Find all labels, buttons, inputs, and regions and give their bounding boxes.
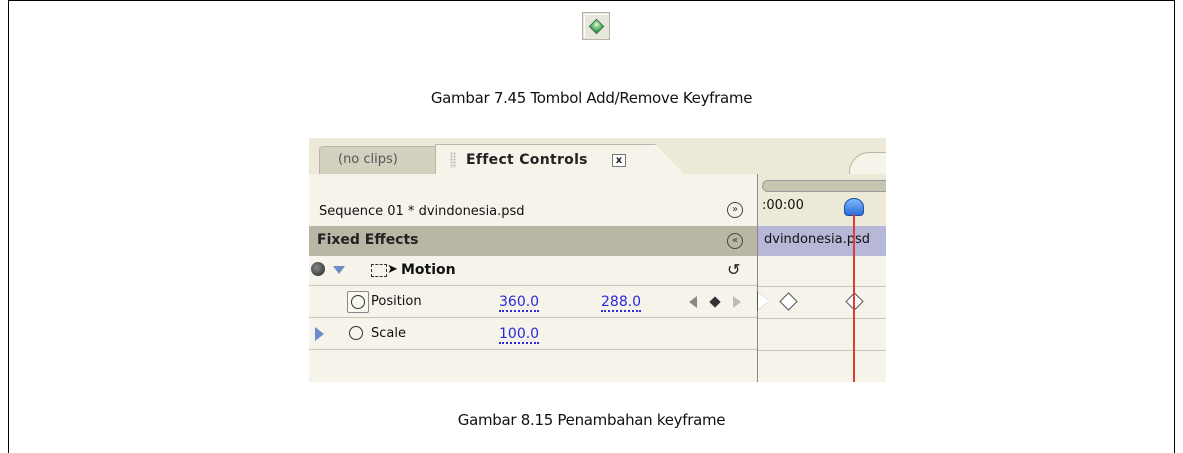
keyframe-marker[interactable] bbox=[758, 292, 769, 310]
tab-effect-controls[interactable]: Effect Controls x bbox=[435, 144, 685, 175]
tab-bar: (no clips) Effect Controls x bbox=[309, 138, 886, 175]
scale-label: Scale bbox=[371, 326, 406, 341]
expand-triangle-icon[interactable] bbox=[333, 266, 345, 274]
stopwatch-icon[interactable] bbox=[349, 326, 363, 340]
timeline-header: :00:00 bbox=[758, 174, 886, 226]
position-label: Position bbox=[371, 294, 422, 309]
effect-controls-panel: (no clips) Effect Controls x Sequence 01… bbox=[309, 138, 886, 382]
expand-triangle-icon[interactable] bbox=[315, 327, 324, 341]
stopwatch-icon bbox=[351, 295, 365, 309]
timeline-row-divider bbox=[758, 350, 886, 351]
tab-effect-controls-label: Effect Controls bbox=[466, 152, 588, 168]
sequence-label: Sequence 01 * dvindonesia.psd bbox=[319, 204, 525, 219]
effects-list: Sequence 01 * dvindonesia.psd » Fixed Ef… bbox=[309, 174, 757, 382]
stopwatch-toggle[interactable] bbox=[347, 291, 369, 313]
close-icon[interactable]: x bbox=[612, 154, 626, 167]
motion-row: ➤ Motion ↺ bbox=[309, 256, 757, 286]
keyframe-diamond-icon bbox=[588, 18, 605, 35]
timeline-zoom-scrollbar[interactable] bbox=[762, 180, 886, 192]
position-y-value[interactable]: 288.0 bbox=[601, 294, 642, 312]
fx-toggle-icon[interactable] bbox=[311, 262, 325, 276]
clip-bar[interactable]: dvindonesia.psd bbox=[758, 226, 886, 256]
cursor-arrow-icon: ➤ bbox=[387, 262, 398, 277]
show-hide-timeline-icon[interactable]: » bbox=[727, 202, 743, 218]
caption-top: Gambar 7.45 Tombol Add/Remove Keyframe bbox=[430, 89, 753, 107]
scale-row: Scale 100.0 bbox=[309, 318, 757, 350]
next-keyframe-icon[interactable] bbox=[733, 296, 741, 308]
playhead-line bbox=[853, 214, 855, 382]
collapse-icon[interactable]: « bbox=[727, 233, 743, 249]
fixed-effects-header: Fixed Effects « bbox=[309, 226, 757, 256]
timeline-view: :00:00 dvindonesia.psd bbox=[757, 174, 886, 382]
add-keyframe-icon[interactable] bbox=[709, 296, 721, 308]
scale-value[interactable]: 100.0 bbox=[499, 326, 540, 344]
motion-label: Motion bbox=[401, 262, 456, 278]
previous-keyframe-icon[interactable] bbox=[689, 296, 697, 308]
fixed-effects-label: Fixed Effects bbox=[317, 232, 419, 248]
tab-no-clips[interactable]: (no clips) bbox=[319, 146, 441, 174]
add-remove-keyframe-button[interactable] bbox=[582, 12, 610, 40]
sequence-row: Sequence 01 * dvindonesia.psd » bbox=[309, 194, 757, 226]
timecode: :00:00 bbox=[762, 198, 804, 213]
panel-corner bbox=[849, 152, 886, 174]
timeline-row-divider bbox=[758, 318, 886, 319]
position-x-value[interactable]: 360.0 bbox=[499, 294, 540, 312]
reset-icon[interactable]: ↺ bbox=[727, 260, 740, 279]
grip-icon[interactable] bbox=[450, 152, 456, 168]
caption-bottom: Gambar 8.15 Penambahan keyframe bbox=[457, 411, 726, 429]
panel-body: Sequence 01 * dvindonesia.psd » Fixed Ef… bbox=[309, 174, 886, 382]
motion-transform-icon[interactable] bbox=[371, 264, 387, 277]
keyframe-marker[interactable] bbox=[779, 292, 798, 311]
position-row: Position 360.0 288.0 bbox=[309, 286, 757, 318]
timeline-row-divider bbox=[758, 286, 886, 287]
